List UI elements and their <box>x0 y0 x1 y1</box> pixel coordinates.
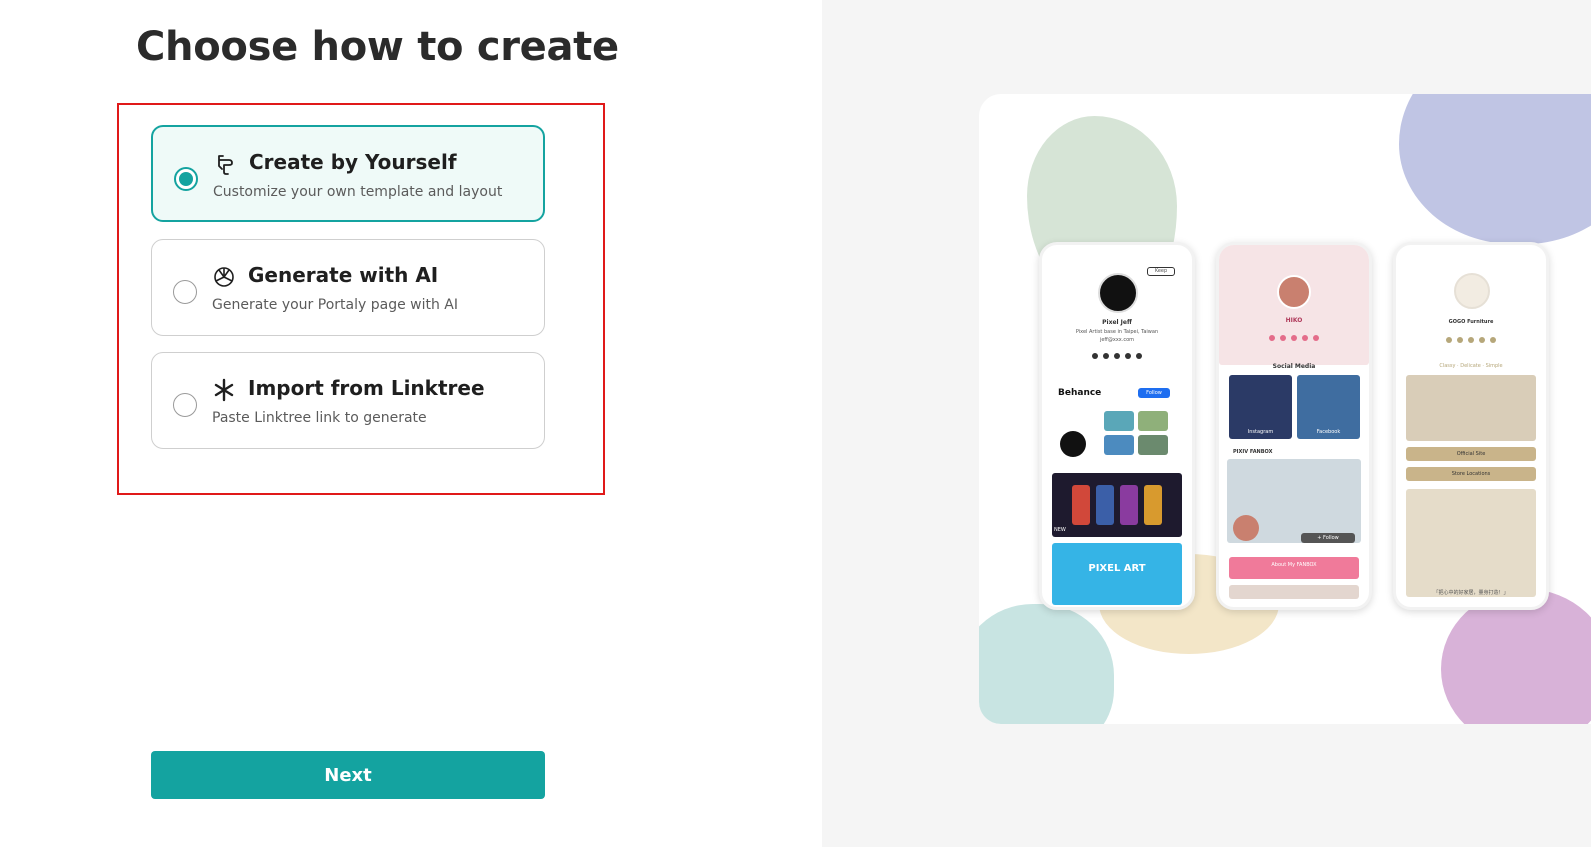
decor-blob <box>1399 94 1591 244</box>
about-fanbox-label: About My FANBOX <box>1271 562 1317 568</box>
phone-art <box>1120 485 1138 525</box>
avatar <box>1277 275 1311 309</box>
pixel-art-label: PIXEL ART <box>1088 563 1146 574</box>
profile-email: jeff@xxx.com <box>1099 337 1135 343</box>
option-import-from-linktree[interactable]: Import from Linktree Paste Linktree link… <box>151 352 545 449</box>
next-button[interactable]: Next <box>151 751 545 799</box>
radio-generate-with-ai[interactable] <box>173 280 197 304</box>
thumbnail <box>1104 435 1134 455</box>
follow-label: Follow <box>1146 390 1162 396</box>
fanbox-label: PIXIV FANBOX <box>1233 449 1273 455</box>
thumbnail <box>1104 411 1134 431</box>
page-title: Choose how to create <box>136 24 619 70</box>
profile-bio: Pixel Artist base in Taipei, Taiwan <box>1075 329 1159 335</box>
radio-create-by-yourself[interactable] <box>174 167 198 191</box>
phone-art <box>1096 485 1114 525</box>
social-icons-row <box>1396 337 1546 343</box>
thumbnail <box>1138 435 1168 455</box>
store-locations-label: Store Locations <box>1451 471 1491 477</box>
option-generate-with-ai[interactable]: Generate with AI Generate your Portaly p… <box>151 239 545 336</box>
preview-illustration: Keep Pixel Jeff Pixel Artist base in Tai… <box>979 94 1591 724</box>
furniture-image <box>1406 375 1536 441</box>
phone-art <box>1072 485 1090 525</box>
social-icons-row <box>1042 353 1192 359</box>
social-icons-row <box>1219 335 1369 341</box>
room-caption: 「把心中的好家居，量身打造！」 <box>1433 590 1509 596</box>
room-image <box>1406 489 1536 597</box>
option-title: Generate with AI <box>248 263 439 287</box>
profile-name: HIKO <box>1285 317 1303 324</box>
keep-label: Keep <box>1154 268 1168 274</box>
radio-import-from-linktree[interactable] <box>173 393 197 417</box>
hand-pointer-icon <box>212 151 238 177</box>
tagline: Classy · Delicate · Simple <box>1439 363 1503 369</box>
option-title: Create by Yourself <box>249 150 457 174</box>
logo <box>1454 273 1490 309</box>
avatar <box>1060 431 1086 457</box>
linktree-asterisk-icon <box>211 377 237 403</box>
profile-name: Pixel Jeff <box>1102 319 1132 326</box>
option-description: Paste Linktree link to generate <box>212 410 427 426</box>
phone-mockup-gogo-furniture: GOGO Furniture Classy · Delicate · Simpl… <box>1393 242 1549 610</box>
avatar <box>1233 515 1259 541</box>
facebook-label: Facebook <box>1316 429 1341 435</box>
phone-mockup-pixel-jeff: Keep Pixel Jeff Pixel Artist base in Tai… <box>1039 242 1195 610</box>
behance-label: Behance <box>1058 388 1102 398</box>
section-title: Social Media <box>1272 363 1316 370</box>
footer-image <box>1229 585 1359 599</box>
phone-art <box>1144 485 1162 525</box>
avatar <box>1098 273 1138 313</box>
instagram-label: Instagram <box>1247 429 1274 435</box>
decor-blob <box>979 604 1114 724</box>
follow-label: + Follow <box>1317 535 1339 541</box>
thumbnail <box>1138 411 1168 431</box>
option-description: Customize your own template and layout <box>213 184 503 200</box>
profile-name: GOGO Furniture <box>1448 319 1494 325</box>
left-panel: Choose how to create Create by Yourself … <box>0 0 822 847</box>
option-create-by-yourself[interactable]: Create by Yourself Customize your own te… <box>151 125 545 222</box>
about-fanbox-button <box>1229 557 1359 579</box>
ai-knot-icon <box>211 264 237 290</box>
official-site-label: Official Site <box>1456 451 1486 457</box>
phone-mockup-hiko: HIKO Social Media Instagram Facebook PIX… <box>1216 242 1372 610</box>
option-title: Import from Linktree <box>248 376 485 400</box>
new-tag: NEW <box>1054 527 1066 533</box>
option-description: Generate your Portaly page with AI <box>212 297 458 313</box>
banner-image <box>1052 543 1182 605</box>
